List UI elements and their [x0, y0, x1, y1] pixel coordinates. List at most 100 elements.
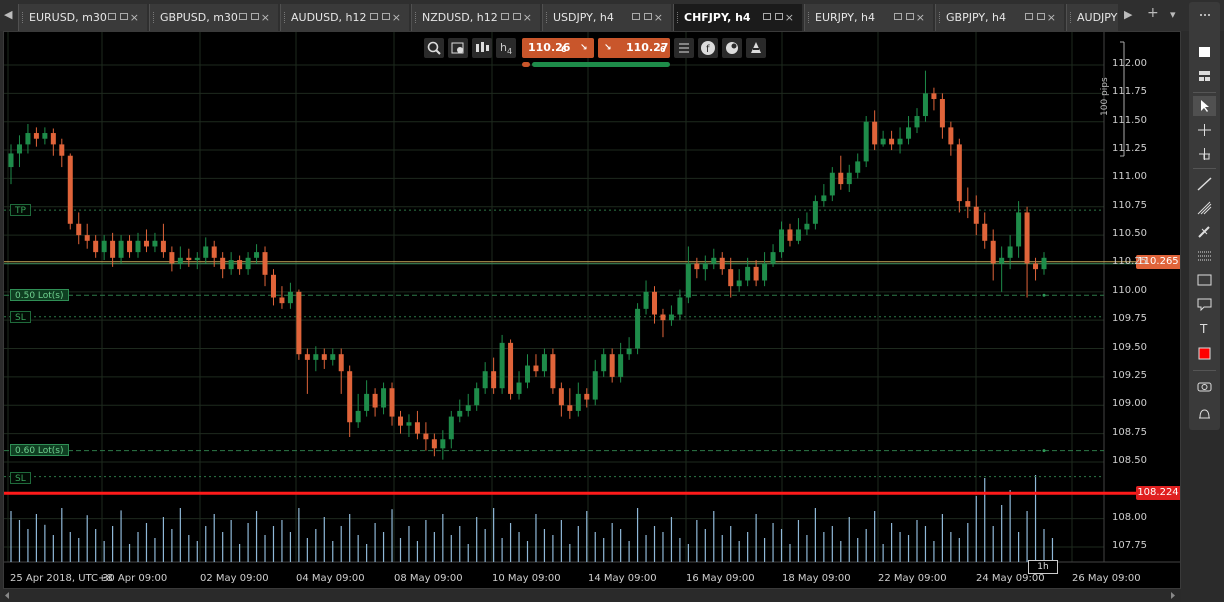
- sl-label-2[interactable]: SL: [10, 472, 31, 484]
- detach-icon[interactable]: [370, 13, 378, 20]
- detach-icon[interactable]: [1025, 13, 1033, 20]
- candle-body: [355, 410, 361, 423]
- candle-body: [237, 260, 243, 270]
- zoom-icon[interactable]: [424, 38, 444, 58]
- link-icon[interactable]: [382, 13, 390, 20]
- candle-body: [347, 371, 353, 423]
- trendline-icon[interactable]: [1193, 174, 1216, 194]
- detach-icon[interactable]: [894, 13, 902, 20]
- detach-icon[interactable]: [632, 13, 640, 20]
- tab-nzdusd-h12[interactable]: NZDUSD, h12 ×: [411, 4, 540, 31]
- close-tab-icon[interactable]: ×: [654, 4, 663, 31]
- candle-body: [304, 354, 310, 360]
- facebook-icon[interactable]: f: [698, 38, 718, 58]
- close-tab-icon[interactable]: ×: [916, 4, 925, 31]
- tab-grip-icon: [808, 12, 811, 23]
- candle-body: [897, 138, 903, 145]
- tab-gbpjpy-h4[interactable]: GBPJPY, h4 ×: [935, 4, 1064, 31]
- tabs-menu-icon[interactable]: ▾: [1170, 8, 1176, 21]
- detach-icon[interactable]: [501, 13, 509, 20]
- price-tick-label: 109.00: [1112, 398, 1147, 410]
- candle-body: [457, 410, 463, 417]
- chart-area[interactable]: h4 110.26 6 ↘ ↘ 110.27 6 f TP 0.50 Lot(s) …: [3, 31, 1181, 589]
- scroll-left-icon: [5, 592, 9, 599]
- color-picker-icon[interactable]: [1193, 344, 1216, 364]
- detach-icon[interactable]: [763, 13, 771, 20]
- list-icon[interactable]: [674, 38, 694, 58]
- zoom-crosshair-icon[interactable]: [1193, 144, 1216, 164]
- tabs-prev-icon[interactable]: ◀: [4, 8, 12, 21]
- candle-body: [533, 365, 539, 372]
- link-icon[interactable]: [775, 13, 783, 20]
- tab-grip-icon: [677, 12, 680, 23]
- close-tab-icon[interactable]: ×: [130, 4, 139, 31]
- grid-lines-icon[interactable]: [1193, 246, 1216, 266]
- candle-body: [203, 246, 209, 258]
- price-tick-label: 111.00: [1112, 171, 1147, 183]
- sell-button[interactable]: 110.26 6 ↘: [522, 38, 594, 58]
- single-chart-icon[interactable]: [1193, 42, 1216, 62]
- candle-body: [541, 354, 547, 372]
- link-icon[interactable]: [251, 13, 259, 20]
- buy-button[interactable]: ↘ 110.27 6: [598, 38, 670, 58]
- price-tick-label: 109.50: [1112, 341, 1147, 353]
- crosshair-icon[interactable]: [1193, 120, 1216, 140]
- tab-usdjpy-h4[interactable]: USDJPY, h4 ×: [542, 4, 671, 31]
- link-icon[interactable]: [1037, 13, 1045, 20]
- share-icon[interactable]: [722, 38, 742, 58]
- order-dot: [1042, 293, 1046, 297]
- link-icon[interactable]: [644, 13, 652, 20]
- trader-icon[interactable]: [746, 38, 766, 58]
- close-tab-icon[interactable]: ×: [1047, 4, 1056, 31]
- tab-grip-icon: [22, 12, 25, 23]
- candle-body: [795, 229, 801, 241]
- rectangle-icon[interactable]: [1193, 270, 1216, 290]
- cursor-icon[interactable]: [1193, 96, 1216, 116]
- candle-body: [643, 291, 649, 309]
- add-tab-icon[interactable]: +: [1147, 5, 1159, 21]
- tab-chfjpy-h4[interactable]: CHFJPY, h4 ×: [673, 4, 802, 31]
- candle-body: [245, 257, 251, 270]
- candle-body: [194, 257, 200, 261]
- position-lot-label-1[interactable]: 0.50 Lot(s): [10, 289, 69, 301]
- position-lot-label-2[interactable]: 0.60 Lot(s): [10, 444, 69, 456]
- candle-body: [186, 257, 192, 261]
- close-tab-icon[interactable]: ×: [261, 4, 270, 31]
- sl-label-1[interactable]: SL: [10, 311, 31, 323]
- tab-gbpusd-m30[interactable]: GBPUSD, m30 ×: [149, 4, 278, 31]
- timeframe-button[interactable]: h4: [496, 38, 516, 58]
- link-icon[interactable]: [906, 13, 914, 20]
- close-tab-icon[interactable]: ×: [523, 4, 532, 31]
- candle-body: [84, 235, 90, 241]
- callout-icon[interactable]: [1193, 294, 1216, 314]
- link-icon[interactable]: [513, 13, 521, 20]
- chart-settings-icon[interactable]: [448, 38, 468, 58]
- chart-type-icon[interactable]: [472, 38, 492, 58]
- link-icon[interactable]: [120, 13, 128, 20]
- camera-icon[interactable]: [1193, 376, 1216, 396]
- tab-audjpy[interactable]: AUDJPY: [1066, 4, 1118, 31]
- price-tick-label: 111.25: [1112, 143, 1147, 155]
- candle-body: [948, 127, 954, 145]
- tab-eurusd-m30[interactable]: EURUSD, m30 ×: [18, 4, 147, 31]
- candlestick-chart[interactable]: [4, 32, 1181, 589]
- tab-eurjpy-h4[interactable]: EURJPY, h4 ×: [804, 4, 933, 31]
- tp-label[interactable]: TP: [10, 204, 31, 216]
- detach-icon[interactable]: [108, 13, 116, 20]
- tabs-next-icon[interactable]: ▶: [1124, 8, 1132, 21]
- menu-dots-icon[interactable]: [1193, 6, 1216, 26]
- multi-chart-icon[interactable]: [1193, 66, 1216, 86]
- fibonacci-icon[interactable]: [1193, 198, 1216, 218]
- price-tick-label: 108.00: [1112, 511, 1147, 523]
- line-price-tag[interactable]: 108.224: [1136, 486, 1180, 501]
- alert-bell-icon[interactable]: [1193, 404, 1216, 424]
- candle-body: [491, 371, 497, 389]
- close-tab-icon[interactable]: ×: [785, 4, 794, 31]
- close-tab-icon[interactable]: ×: [392, 4, 401, 31]
- tab-audusd-h12[interactable]: AUDUSD, h12 ×: [280, 4, 409, 31]
- detach-icon[interactable]: [239, 13, 247, 20]
- candle-body: [143, 240, 149, 247]
- horizontal-scrollbar[interactable]: [3, 589, 1181, 602]
- pencil-icon[interactable]: [1193, 222, 1216, 242]
- text-icon[interactable]: T: [1193, 318, 1216, 338]
